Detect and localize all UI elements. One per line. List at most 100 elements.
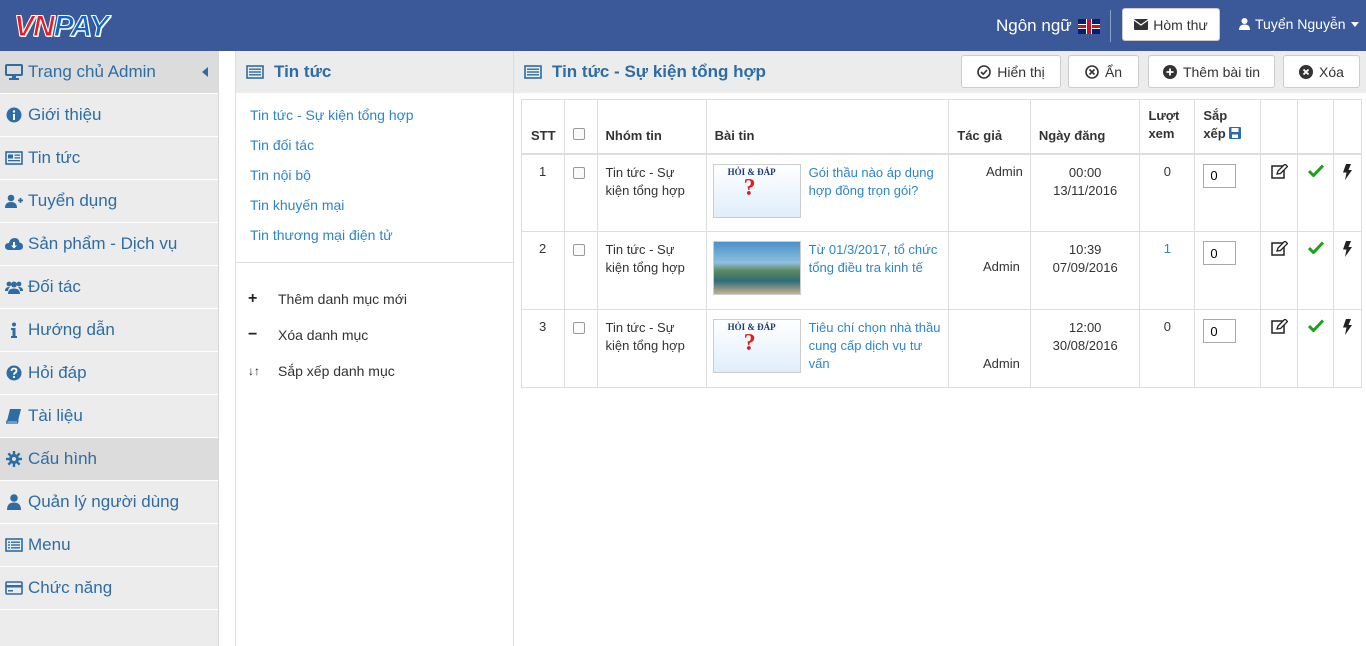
question-mark-image: ? [743, 174, 756, 201]
show-button[interactable]: Hiển thị [961, 55, 1061, 88]
sidebar-item-admin-home[interactable]: Trang chủ Admin [0, 51, 218, 94]
show-button-label: Hiển thị [997, 63, 1045, 80]
category-link[interactable]: Tin nội bộ [250, 164, 513, 194]
article-title-link[interactable]: Tiêu chí chọn nhà thầu cung cấp dịch vụ … [809, 319, 941, 373]
sidebar-item-user-management[interactable]: Quản lý người dùng [0, 481, 218, 524]
cell-stt: 1 [521, 153, 565, 232]
sidebar: Trang chủ Admin Giới thiệu Tin tức Tuyển… [0, 51, 219, 646]
save-icon[interactable] [1229, 126, 1242, 139]
vnpay-logo[interactable]: VNPAY [14, 10, 110, 44]
cell-order [1194, 309, 1262, 388]
table-row: 3 Tin tức - Sự kiện tổng hợp HỎI & ĐÁP? T… [521, 309, 1363, 388]
sidebar-item-products-services[interactable]: Sản phẩm - Dịch vụ [0, 223, 218, 266]
category-link[interactable]: Tin khuyến mại [250, 194, 513, 224]
list-alt-icon [524, 65, 542, 79]
cell-select [563, 309, 598, 388]
category-link[interactable]: Tin thương mại điện tử [250, 224, 513, 254]
sidebar-item-recruitment[interactable]: Tuyển dụng [0, 180, 218, 223]
bolt-icon[interactable] [1342, 241, 1352, 257]
list-icon [5, 536, 23, 554]
question-icon [5, 364, 23, 382]
sidebar-item-partners[interactable]: Đối tác [0, 266, 218, 309]
user-menu[interactable]: Tuyển Nguyễn [1239, 16, 1359, 32]
order-input[interactable] [1203, 241, 1237, 265]
check-icon[interactable] [1307, 319, 1324, 333]
sidebar-item-config[interactable]: Cấu hình [0, 438, 218, 481]
cell-approve [1297, 309, 1334, 388]
edit-icon[interactable] [1270, 162, 1288, 179]
edit-icon[interactable] [1270, 240, 1288, 256]
bolt-icon[interactable] [1342, 163, 1352, 180]
check-icon[interactable] [1307, 241, 1324, 255]
cell-action [1332, 231, 1363, 310]
add-category-action[interactable]: + Thêm danh mục mới [236, 281, 513, 317]
caret-down-icon [1350, 21, 1359, 27]
post-date: 13/11/2016 [1053, 182, 1118, 198]
uk-flag-icon[interactable] [1077, 18, 1100, 34]
user-name: Tuyển Nguyễn [1255, 16, 1346, 32]
sidebar-item-label: Tài liệu [28, 406, 83, 425]
sort-category-label: Sắp xếp danh mục [278, 363, 395, 379]
col-order: Sắp xếp [1194, 99, 1262, 155]
row-checkbox[interactable] [572, 322, 585, 334]
sidebar-item-label: Quản lý người dùng [28, 492, 180, 511]
logo-pay-text: PAY [53, 10, 109, 44]
sidebar-item-about[interactable]: Giới thiệu [0, 94, 218, 137]
article-thumbnail[interactable] [712, 241, 801, 295]
info-small-icon [5, 321, 23, 339]
top-navbar: VNPAY Ngôn ngữ Hòm thư Tuyển Nguyễn [0, 0, 1366, 51]
row-checkbox[interactable] [572, 244, 585, 256]
cell-action [1332, 309, 1363, 388]
sidebar-item-documents[interactable]: Tài liệu [0, 395, 218, 438]
sidebar-item-menu[interactable]: Menu [0, 524, 218, 567]
mailbox-button[interactable]: Hòm thư [1122, 8, 1220, 41]
add-article-button[interactable]: Thêm bài tin [1148, 55, 1275, 88]
cell-author: Admin [948, 231, 1031, 310]
collapse-caret-icon[interactable] [202, 67, 208, 77]
sidebar-item-news[interactable]: Tin tức [0, 137, 218, 180]
cell-views: 1 [1139, 231, 1196, 310]
col-select-all [563, 99, 598, 155]
order-input[interactable] [1203, 319, 1237, 343]
category-link[interactable]: Tin đối tác [250, 134, 513, 164]
info-icon [5, 106, 23, 124]
cell-group: Tin tức - Sự kiện tổng hợp [596, 309, 707, 388]
category-link[interactable]: Tin tức - Sự kiện tổng hợp [250, 104, 513, 134]
article-title-link[interactable]: Gói thầu nào áp dụng hợp đồng trọn gói? [809, 164, 941, 200]
article-thumbnail[interactable]: HỎI & ĐÁP? [712, 319, 801, 373]
select-all-checkbox[interactable] [572, 127, 585, 140]
row-checkbox[interactable] [572, 166, 585, 179]
check-icon[interactable] [1307, 163, 1324, 178]
delete-button[interactable]: Xóa [1283, 55, 1360, 88]
cell-views: 0 [1139, 153, 1196, 232]
sort-category-action[interactable]: ↓↑ Sắp xếp danh mục [236, 353, 513, 389]
bolt-icon[interactable] [1342, 319, 1352, 335]
order-input[interactable] [1203, 163, 1237, 188]
list-alt-icon [246, 65, 264, 79]
col-stt: STT [521, 99, 565, 155]
category-panel: Tin tức Tin tức - Sự kiện tổng hợp Tin đ… [235, 51, 514, 646]
post-time: 12:00 [1068, 320, 1102, 335]
articles-table: STT Nhóm tin Bài tin Tác giả Ngày đăng L… [521, 99, 1363, 388]
language-selector[interactable]: Ngôn ngữ [996, 16, 1100, 36]
article-thumbnail[interactable]: HỎI & ĐÁP? [712, 163, 801, 218]
cell-order [1194, 153, 1262, 232]
sidebar-item-label: Giới thiệu [28, 105, 102, 124]
table-header-row: STT Nhóm tin Bài tin Tác giả Ngày đăng L… [521, 99, 1363, 155]
main-panel: Tin tức - Sự kiện tổng hợp Hiển thị Ẩn T… [514, 51, 1366, 646]
category-panel-header: Tin tức [236, 51, 513, 93]
delete-category-action[interactable]: − Xóa danh mục [236, 317, 513, 353]
col-author: Tác giả [948, 99, 1031, 155]
sidebar-item-label: Đối tác [28, 277, 81, 296]
hide-button[interactable]: Ẩn [1068, 55, 1139, 88]
add-category-label: Thêm danh mục mới [278, 291, 408, 307]
article-title-link[interactable]: Từ 01/3/2017, tổ chức tổng điều tra kinh… [809, 241, 941, 277]
cell-article: Từ 01/3/2017, tổ chức tổng điều tra kinh… [705, 231, 950, 310]
edit-icon[interactable] [1270, 318, 1288, 334]
sidebar-item-label: Sản phẩm - Dịch vụ [28, 234, 178, 253]
sidebar-item-faq[interactable]: Hỏi đáp [0, 352, 218, 395]
plus-icon: + [248, 290, 258, 307]
sidebar-item-functions[interactable]: Chức năng [0, 567, 218, 610]
sidebar-item-guide[interactable]: Hướng dẫn [0, 309, 218, 352]
users-icon [5, 278, 23, 296]
